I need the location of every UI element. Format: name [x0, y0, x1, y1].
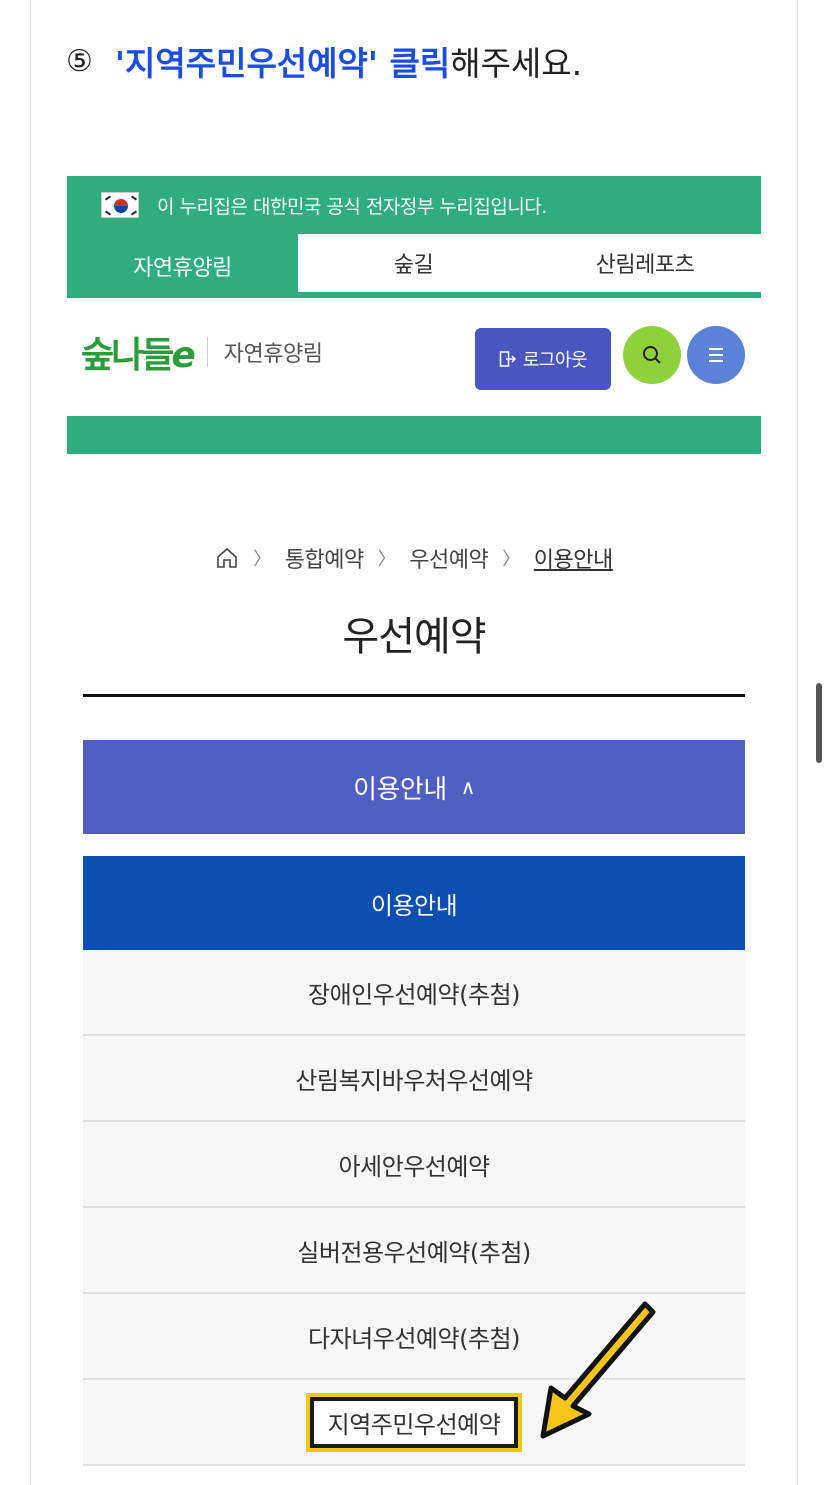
home-icon[interactable]: [215, 546, 239, 570]
submenu-toggle-label: 이용안내: [353, 774, 447, 805]
pointer-arrow-icon: [540, 1301, 656, 1439]
search-button[interactable]: [623, 326, 681, 384]
submenu-item-usage-guide[interactable]: 이용안내: [83, 856, 745, 950]
instruction-rest: 해주세요.: [450, 44, 583, 83]
logout-button[interactable]: 로그아웃: [475, 328, 611, 390]
page-title: 우선예약: [342, 614, 486, 660]
site-header: 숲나들e 자연휴양림 로그아웃: [67, 298, 761, 416]
breadcrumb-separator: 〉: [253, 549, 271, 570]
submenu-item-voucher-priority[interactable]: 산림복지바우처우선예약: [83, 1036, 745, 1122]
logo-site-name: 자연휴양림: [223, 342, 323, 367]
tab-forest-recreation[interactable]: 자연휴양림: [67, 234, 298, 298]
gov-notice-text: 이 누리집은 대한민국 공식 전자정부 누리집입니다.: [157, 195, 547, 218]
menu-button[interactable]: [687, 326, 745, 384]
chevron-up-icon: ∧: [460, 775, 476, 799]
breadcrumb-item-integrated[interactable]: 통합예약: [285, 542, 364, 574]
instruction-highlight: '지역주민우선예약' 클릭: [114, 44, 451, 83]
instruction-text: ⑤ '지역주민우선예약' 클릭 해주세요.: [66, 36, 582, 86]
tab-forest-leports[interactable]: 산림레포츠: [529, 234, 761, 292]
top-tabs: 자연휴양림 숲길 산림레포츠: [67, 234, 761, 298]
breadcrumb-separator: 〉: [377, 549, 396, 570]
breadcrumb: 〉 통합예약 〉 우선예약 〉 이용안내: [67, 538, 761, 578]
logo-wordmark: 숲나들e: [81, 335, 196, 376]
korean-flag-icon: [101, 192, 139, 218]
gov-notice-bar: 이 누리집은 대한민국 공식 전자정부 누리집입니다.: [67, 176, 761, 234]
title-divider: [83, 694, 745, 697]
breadcrumb-item-current[interactable]: 이용안내: [534, 542, 613, 574]
tab-forest-trail[interactable]: 숲길: [298, 234, 529, 292]
submenu-item-asean-priority[interactable]: 아세안우선예약: [83, 1122, 745, 1208]
menu-icon: [709, 348, 723, 362]
submenu-item-silver-priority[interactable]: 실버전용우선예약(추첨): [83, 1208, 745, 1294]
header-green-band: [67, 416, 761, 454]
logout-icon: [499, 351, 516, 367]
breadcrumb-item-priority[interactable]: 우선예약: [409, 542, 488, 574]
breadcrumb-separator: 〉: [502, 549, 520, 570]
logout-label: 로그아웃: [522, 350, 588, 371]
logo-divider: [206, 337, 208, 367]
submenu-item-disabled-priority[interactable]: 장애인우선예약(추첨): [83, 950, 745, 1036]
site-logo[interactable]: 숲나들e 자연휴양림: [81, 322, 323, 382]
website-screenshot: 이 누리집은 대한민국 공식 전자정부 누리집입니다. 자연휴양림 숲길 산림레…: [67, 176, 761, 1485]
search-icon: [643, 346, 661, 364]
submenu-toggle-button[interactable]: 이용안내 ∧: [83, 740, 745, 834]
page-scrollbar[interactable]: [816, 683, 822, 763]
step-number: ⑤: [66, 43, 93, 79]
